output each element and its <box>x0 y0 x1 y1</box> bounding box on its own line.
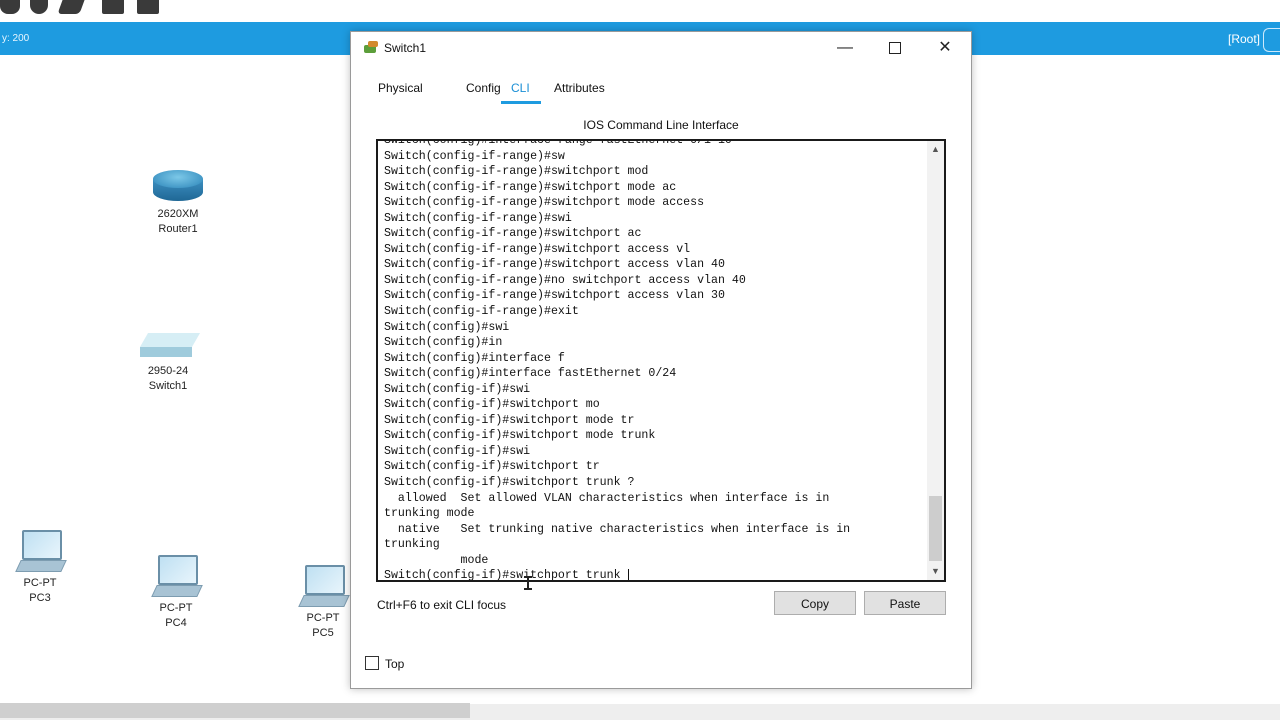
terminal-line: Switch(config-if-range)#switchport acces… <box>384 242 691 256</box>
root-label[interactable]: [Root] <box>1228 32 1260 46</box>
router-icon <box>153 170 203 204</box>
terminal-line: Switch(config-if)#switchport mo <box>384 398 600 412</box>
device-router1[interactable]: 2620XM Router1 <box>148 170 208 237</box>
minimize-button[interactable]: — <box>820 32 870 64</box>
terminal-line: Switch(config)#in <box>384 336 503 350</box>
terminal-line: Switch(config-if-range)#exit <box>384 305 579 319</box>
copy-button[interactable]: Copy <box>774 591 856 615</box>
maximize-icon <box>889 41 901 54</box>
toolbar <box>0 0 1280 22</box>
text-cursor-icon <box>524 576 532 590</box>
toolbar-tool-icon[interactable] <box>102 0 124 14</box>
terminal-line: Switch(config-if-range)#switchport mode … <box>384 180 677 194</box>
terminal-line: native Set trunking native characteristi… <box>384 522 851 536</box>
device-pc5[interactable]: PC-PT PC5 <box>295 565 351 641</box>
terminal-prompt: Switch(config-if)#switchport trunk <box>384 569 628 582</box>
terminal-line: Switch(config-if)#switchport mode trunk <box>384 429 656 443</box>
terminal-line: Switch(config)#interface fastEthernet 0/… <box>384 367 677 381</box>
tab-cli[interactable]: CLI <box>511 81 530 95</box>
top-checkbox[interactable] <box>365 656 379 670</box>
terminal-prompt-line: Switch(config-if)#switchport trunk <box>384 568 850 582</box>
root-toggle-button[interactable] <box>1263 28 1280 52</box>
device-model: PC-PT <box>159 602 193 614</box>
active-tab-indicator <box>501 101 541 104</box>
terminal-scrollbar-thumb[interactable] <box>929 496 942 561</box>
device-config-dialog: Switch1 — ✕ Physical Config CLI Attribut… <box>350 31 972 689</box>
terminal-line: Switch(config-if-range)#switchport mode … <box>384 196 705 210</box>
device-model: 2950-24 <box>147 365 189 377</box>
device-pc4[interactable]: PC-PT PC4 <box>148 555 204 631</box>
terminal-line: Switch(config-if-range)#switchport acces… <box>384 289 725 303</box>
terminal-line: Switch(config)#swi <box>384 320 510 334</box>
terminal-caret <box>627 569 629 580</box>
device-name: Switch1 <box>148 380 188 392</box>
scroll-down-arrow-icon[interactable]: ▼ <box>927 563 944 580</box>
coordinate-readout: y: 200 <box>2 33 30 44</box>
terminal-line: trunking <box>384 538 440 552</box>
terminal-line: Switch(config)#interface range fastEther… <box>384 139 732 147</box>
terminal-line: Switch(config-if)#swi <box>384 382 531 396</box>
device-name: PC4 <box>165 617 187 629</box>
device-pc3[interactable]: PC-PT PC3 <box>12 530 68 606</box>
pc-icon <box>151 555 203 599</box>
terminal-line: Switch(config-if-range)#switchport acces… <box>384 258 725 272</box>
terminal-line: mode <box>384 553 489 567</box>
terminal-line: Switch(config-if)#swi <box>384 444 531 458</box>
terminal-line: allowed Set allowed VLAN characteristics… <box>384 491 830 505</box>
toolbar-tool-icon[interactable] <box>57 0 85 14</box>
pc-icon <box>15 530 67 574</box>
cli-terminal[interactable]: Switch(config)#interface range fastEther… <box>376 139 946 582</box>
terminal-scrollbar[interactable]: ▲ ▼ <box>927 141 944 580</box>
scroll-up-arrow-icon[interactable]: ▲ <box>927 141 944 158</box>
dialog-titlebar[interactable]: Switch1 — ✕ <box>351 32 971 64</box>
terminal-line: Switch(config-if)#switchport trunk ? <box>384 476 635 490</box>
maximize-button[interactable] <box>870 32 920 64</box>
terminal-output: Switch(config)#interface range fastEther… <box>384 139 851 582</box>
device-model: PC-PT <box>306 612 340 624</box>
cli-focus-hint: Ctrl+F6 to exit CLI focus <box>377 598 507 612</box>
pc-icon <box>298 565 350 609</box>
toolbar-tool-icon[interactable] <box>0 0 20 14</box>
terminal-line: Switch(config-if-range)#sw <box>384 149 565 163</box>
terminal-line: Switch(config-if-range)#switchport ac <box>384 227 642 241</box>
device-name: PC5 <box>312 627 334 639</box>
tab-attributes[interactable]: Attributes <box>554 81 605 95</box>
tab-physical[interactable]: Physical <box>378 81 423 95</box>
terminal-line: Switch(config)#interface f <box>384 351 565 365</box>
device-model: PC-PT <box>23 577 57 589</box>
device-switch1[interactable]: 2950-24 Switch1 <box>138 333 201 394</box>
dialog-title: Switch1 <box>384 41 427 55</box>
terminal-line: Switch(config-if)#switchport tr <box>384 460 600 474</box>
packet-tracer-app-icon <box>364 41 378 53</box>
terminal-line: trunking mode <box>384 507 475 521</box>
switch-icon <box>139 333 201 359</box>
cli-heading: IOS Command Line Interface <box>583 118 739 132</box>
paste-button[interactable]: Paste <box>864 591 946 615</box>
workspace-scrollbar-thumb[interactable] <box>0 703 470 718</box>
close-button[interactable]: ✕ <box>920 32 970 64</box>
device-name: PC3 <box>29 592 51 604</box>
terminal-line: Switch(config-if-range)#no switchport ac… <box>384 273 746 287</box>
terminal-line: Switch(config-if-range)#switchport mod <box>384 165 649 179</box>
top-checkbox-label: Top <box>385 657 405 671</box>
toolbar-tool-icon[interactable] <box>30 0 48 14</box>
terminal-line: Switch(config-if-range)#swi <box>384 211 572 225</box>
toolbar-tool-icon[interactable] <box>137 0 159 14</box>
device-name: Router1 <box>158 223 198 235</box>
terminal-line: Switch(config-if)#switchport mode tr <box>384 413 635 427</box>
tab-config[interactable]: Config <box>466 81 501 95</box>
device-model: 2620XM <box>157 208 199 220</box>
